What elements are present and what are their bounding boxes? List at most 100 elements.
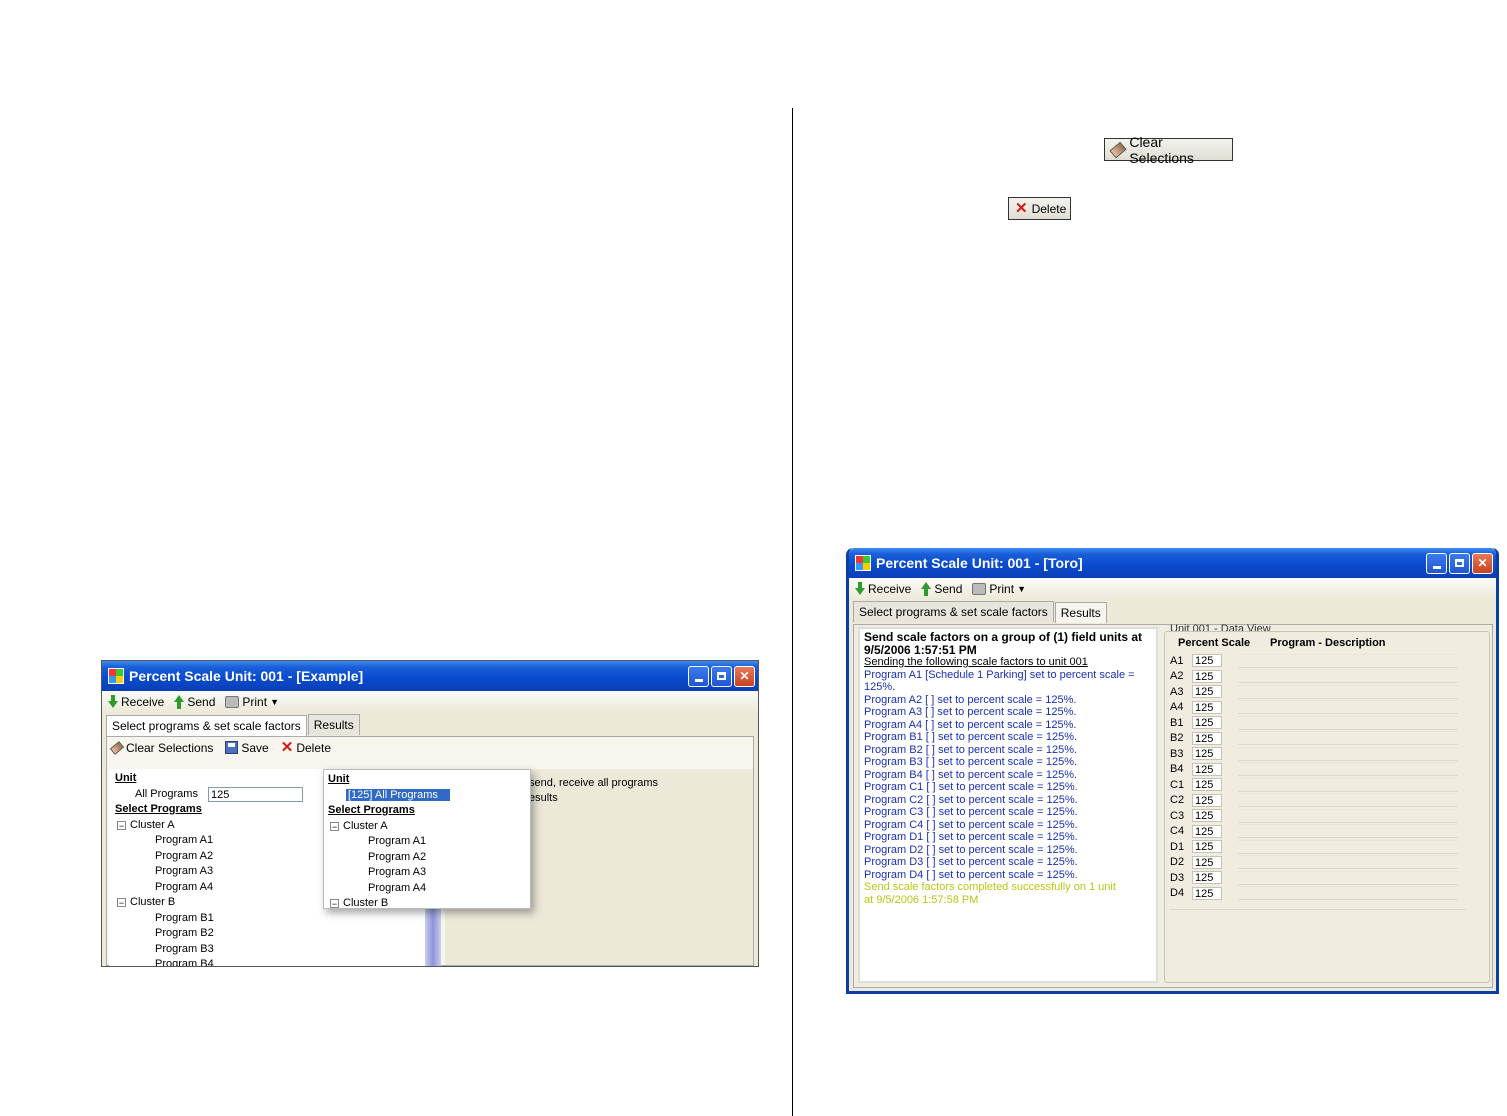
- result-line: Program C4 [ ] set to percent scale = 12…: [864, 818, 1078, 831]
- program-description-cell[interactable]: [1238, 793, 1458, 807]
- percent-scale-cell[interactable]: 125: [1192, 855, 1222, 869]
- delete-x-icon: ✕: [280, 739, 294, 756]
- data-view-panel: Unit 001 - Data View Percent Scale Progr…: [1164, 623, 1490, 983]
- percent-scale-cell[interactable]: 125: [1192, 824, 1222, 838]
- delete-tool[interactable]: ✕ Delete: [281, 740, 331, 755]
- clear-label: Clear Selections: [126, 740, 214, 755]
- minimize-button[interactable]: [1426, 552, 1447, 574]
- minimize-button[interactable]: [688, 665, 709, 687]
- print-button[interactable]: Print ▼: [225, 695, 279, 709]
- close-button[interactable]: ✕: [734, 665, 755, 687]
- program-description-cell[interactable]: [1238, 731, 1458, 745]
- program-item[interactable]: Program B4: [115, 957, 435, 966]
- clear-selections-tool[interactable]: Clear Selections: [109, 740, 214, 755]
- program-description-cell[interactable]: [1238, 762, 1458, 776]
- percent-scale-cell[interactable]: 125: [1192, 809, 1222, 822]
- send-button[interactable]: Send: [921, 582, 962, 596]
- percent-scale-cell[interactable]: 125: [1192, 654, 1222, 667]
- program-description-cell[interactable]: [1238, 700, 1458, 714]
- maximize-button[interactable]: [711, 665, 732, 687]
- result-line: Program A2 [ ] set to percent scale = 12…: [864, 693, 1077, 706]
- program-description-cell[interactable]: [1238, 653, 1458, 668]
- program-description-cell[interactable]: [1238, 715, 1458, 730]
- row-label: B4: [1170, 763, 1184, 775]
- collapse-icon: −: [117, 898, 126, 909]
- popup-program-item[interactable]: Program A4: [328, 881, 526, 897]
- program-description-cell[interactable]: [1238, 777, 1458, 792]
- percent-scale-cell[interactable]: 125: [1192, 778, 1222, 791]
- percent-scale-cell[interactable]: 125: [1192, 685, 1222, 698]
- window-titlebar: Percent Scale Unit: 001 - [Toro] ✕: [849, 548, 1496, 578]
- printer-icon: [225, 696, 240, 708]
- row-label: B3: [1170, 747, 1184, 760]
- percent-scale-cell[interactable]: 125: [1192, 840, 1222, 853]
- all-programs-label: All Programs: [135, 787, 198, 800]
- program-description-cell[interactable]: [1238, 669, 1458, 683]
- cluster-label: Cluster B: [130, 896, 176, 908]
- result-line: Program B4 [ ] set to percent scale = 12…: [864, 768, 1078, 781]
- cluster-label: Cluster A: [343, 819, 388, 832]
- save-tool[interactable]: Save: [225, 741, 269, 755]
- percent-scale-cell[interactable]: 125: [1192, 716, 1222, 729]
- result-line: Program D4 [ ] set to percent scale = 12…: [864, 868, 1078, 881]
- eraser-icon: [1109, 141, 1127, 158]
- data-view-row: A3 125: [1170, 684, 1458, 699]
- popup-cluster-a[interactable]: − Cluster A: [328, 819, 526, 835]
- program-description-cell[interactable]: [1238, 886, 1458, 900]
- percent-scale-cell[interactable]: 125: [1192, 871, 1222, 884]
- col-header-percent: Percent Scale: [1178, 637, 1251, 649]
- row-label: A4: [1170, 701, 1184, 713]
- percent-scale-cell[interactable]: 125: [1192, 669, 1222, 683]
- program-item[interactable]: Program B1: [115, 911, 435, 927]
- printer-icon: [972, 583, 987, 595]
- delete-label: Delete: [1031, 201, 1067, 216]
- close-icon: ✕: [1477, 556, 1488, 570]
- program-item[interactable]: Program B2: [115, 926, 435, 942]
- tab-results[interactable]: Results: [307, 714, 360, 735]
- percent-scale-cell[interactable]: 125: [1192, 762, 1222, 776]
- window-titlebar: Percent Scale Unit: 001 - [Example] ✕: [102, 661, 758, 691]
- close-icon: ✕: [739, 669, 750, 683]
- delete-x-icon: ✕: [1015, 200, 1028, 217]
- program-description-cell[interactable]: [1238, 808, 1458, 823]
- program-description-cell[interactable]: [1238, 824, 1458, 838]
- percent-scale-cell[interactable]: 125: [1192, 731, 1222, 745]
- print-button[interactable]: Print ▼: [972, 582, 1026, 596]
- percent-scale-cell[interactable]: 125: [1192, 886, 1222, 900]
- maximize-icon: [1455, 559, 1464, 567]
- program-description-cell[interactable]: [1238, 870, 1458, 885]
- popup-program-item[interactable]: Program A2: [328, 850, 526, 866]
- maximize-button[interactable]: [1449, 552, 1470, 574]
- program-description-cell[interactable]: [1238, 746, 1458, 761]
- result-line: Program B1 [ ] set to percent scale = 12…: [864, 731, 1078, 743]
- popup-cluster-b[interactable]: − Cluster B: [328, 896, 526, 912]
- popup-selected-item[interactable]: [125] All Programs: [346, 788, 450, 801]
- delete-button[interactable]: ✕ Delete: [1008, 197, 1071, 220]
- clear-selections-button[interactable]: Clear Selections: [1104, 134, 1233, 166]
- percent-scale-cell[interactable]: 125: [1192, 747, 1222, 760]
- program-item[interactable]: Program B3: [115, 942, 435, 958]
- data-view-bottom-line: [1170, 909, 1466, 910]
- popup-program-item[interactable]: Program A1: [328, 834, 526, 850]
- receive-arrow-icon: [108, 695, 118, 709]
- percent-scale-cell[interactable]: 125: [1192, 700, 1222, 714]
- percent-scale-cell[interactable]: 125: [1192, 793, 1222, 807]
- tab-results[interactable]: Results: [1054, 602, 1107, 623]
- tab-select-programs[interactable]: Select programs & set scale factors: [853, 601, 1054, 622]
- all-programs-input[interactable]: 125: [207, 786, 303, 802]
- unit-dropdown-popup[interactable]: Unit [125] All Programs Select Programs …: [323, 769, 531, 909]
- program-description-cell[interactable]: [1238, 684, 1458, 699]
- tab-select-programs[interactable]: Select programs & set scale factors: [106, 715, 307, 736]
- receive-button[interactable]: Receive: [108, 695, 164, 709]
- popup-program-item[interactable]: Program A3: [328, 865, 526, 881]
- row-label: C1: [1170, 778, 1185, 791]
- program-description-cell[interactable]: [1238, 839, 1458, 854]
- data-view-row: B2 125: [1170, 731, 1458, 746]
- program-description-cell[interactable]: [1238, 855, 1458, 869]
- result-line: Program C2 [ ] set to percent scale = 12…: [864, 793, 1078, 806]
- row-label: C2: [1170, 794, 1185, 806]
- send-button[interactable]: Send: [174, 695, 215, 709]
- receive-button[interactable]: Receive: [855, 582, 911, 596]
- close-button[interactable]: ✕: [1472, 552, 1493, 574]
- data-view-row: C4 125: [1170, 824, 1458, 839]
